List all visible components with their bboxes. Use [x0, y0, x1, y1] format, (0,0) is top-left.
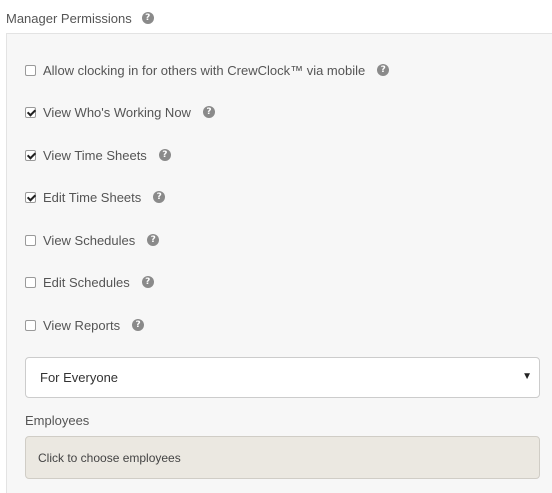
help-icon[interactable]: ?: [153, 191, 166, 203]
help-icon[interactable]: ?: [158, 149, 171, 161]
permissions-panel: Allow clocking in for others with CrewCl…: [6, 33, 552, 493]
permission-label: Edit Schedules: [43, 274, 130, 290]
employees-picker[interactable]: Click to choose employees: [25, 436, 540, 479]
help-icon[interactable]: ?: [202, 106, 215, 118]
permission-row-view-reports[interactable]: View Reports ?: [25, 315, 145, 335]
permission-label: Allow clocking in for others with CrewCl…: [43, 62, 366, 78]
edit-time-sheets-checkbox[interactable]: [25, 191, 36, 203]
permission-label: View Time Sheets: [43, 147, 147, 163]
view-time-sheets-checkbox[interactable]: [25, 149, 36, 161]
permission-row-edit-time-sheets[interactable]: Edit Time Sheets ?: [25, 187, 166, 207]
permission-row-allow-clocking[interactable]: Allow clocking in for others with CrewCl…: [25, 60, 390, 80]
view-whos-working-checkbox[interactable]: [25, 106, 36, 118]
permission-label: View Schedules: [43, 232, 136, 248]
permission-label: View Who's Working Now: [43, 104, 191, 120]
permission-row-edit-schedules[interactable]: Edit Schedules ?: [25, 272, 154, 292]
edit-schedules-checkbox[interactable]: [25, 276, 36, 288]
scope-select-value: For Everyone: [40, 370, 119, 385]
permission-label: View Reports: [43, 317, 121, 333]
view-reports-checkbox[interactable]: [25, 319, 36, 331]
permission-label: Edit Time Sheets: [43, 189, 142, 205]
section-header: Manager Permissions ?: [6, 9, 154, 27]
help-icon[interactable]: ?: [141, 276, 154, 288]
help-icon[interactable]: ?: [377, 64, 390, 76]
help-icon[interactable]: ?: [132, 319, 145, 331]
section-title: Manager Permissions: [6, 10, 132, 26]
caret-down-icon: ▼: [522, 371, 532, 382]
help-icon[interactable]: ?: [147, 234, 160, 246]
allow-clocking-checkbox[interactable]: [25, 64, 36, 76]
permission-row-view-schedules[interactable]: View Schedules ?: [25, 230, 160, 250]
permission-row-view-time-sheets[interactable]: View Time Sheets ?: [25, 145, 171, 165]
employees-placeholder: Click to choose employees: [38, 450, 181, 465]
permission-row-view-whos-working[interactable]: View Who's Working Now ?: [25, 102, 215, 122]
scope-select[interactable]: For Everyone ▼: [25, 357, 540, 398]
employees-label: Employees: [25, 413, 90, 428]
help-icon[interactable]: ?: [141, 12, 154, 24]
view-schedules-checkbox[interactable]: [25, 234, 36, 246]
